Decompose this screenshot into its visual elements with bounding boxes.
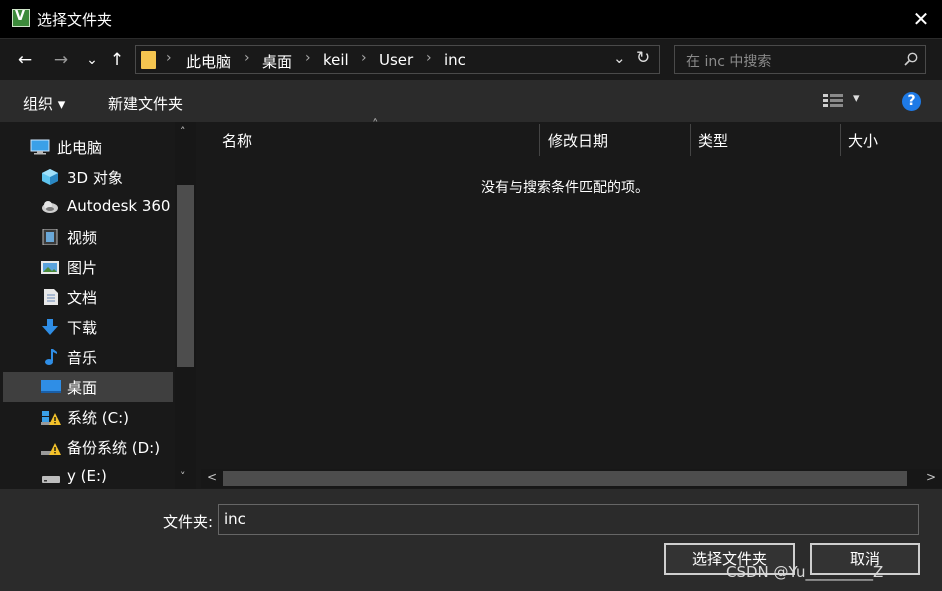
- sidebar-item-label: 音乐: [67, 349, 98, 367]
- sidebar-item-label: 图片: [67, 259, 98, 277]
- column-header-date-modified[interactable]: 修改日期: [548, 130, 608, 151]
- sidebar-item-music[interactable]: 音乐: [3, 342, 173, 372]
- sidebar-item-label: 备份系统 (D:): [67, 439, 161, 457]
- drive-icon: [42, 476, 60, 483]
- sort-ascending-icon: ˄: [372, 118, 379, 133]
- up-button[interactable]: ↑: [104, 46, 130, 74]
- sidebar-item-downloads[interactable]: 下载: [3, 312, 173, 342]
- window-title: 选择文件夹: [37, 11, 113, 29]
- documents-icon: [44, 289, 58, 305]
- column-header-type[interactable]: 类型: [698, 130, 728, 151]
- dialog-footer: 文件夹: inc 选择文件夹 取消 CSDN @Yu_________Z: [0, 489, 942, 591]
- breadcrumb-separator[interactable]: ›: [426, 50, 432, 66]
- search-box[interactable]: 在 inc 中搜索: [674, 45, 926, 74]
- navigation-pane: 此电脑 3D 对象 Autodesk 360 视频 图片 文档 下载 音乐 桌面…: [0, 122, 197, 489]
- file-list-pane: ˄ 名称 修改日期 类型 大小 没有与搜索条件匹配的项。 < >: [199, 118, 942, 489]
- view-chevron-icon[interactable]: ▾: [853, 91, 860, 106]
- breadcrumb-separator[interactable]: ›: [361, 50, 367, 66]
- computer-icon: [30, 139, 50, 155]
- csdn-watermark: CSDN @Yu_________Z: [726, 563, 884, 581]
- breadcrumb-separator[interactable]: ›: [166, 50, 172, 66]
- address-bar[interactable]: › 此电脑 › 桌面 › keil › User › inc ⌄ ↻: [135, 45, 660, 74]
- close-button[interactable]: ✕: [900, 0, 942, 38]
- column-header-size[interactable]: 大小: [848, 130, 878, 151]
- breadcrumb-separator[interactable]: ›: [244, 50, 250, 66]
- sidebar-item-drive-e[interactable]: y (E:): [3, 462, 173, 492]
- autodesk-cloud-icon: [42, 201, 58, 213]
- sidebar-item-label: 文档: [67, 289, 98, 307]
- sidebar-item-label: Autodesk 360: [67, 197, 171, 215]
- search-icon[interactable]: [904, 52, 918, 66]
- column-header-row: ˄ 名称 修改日期 类型 大小: [199, 118, 942, 158]
- title-bar: 选择文件夹 ✕: [0, 0, 942, 39]
- navigation-bar: ← → ⌄ ↑ › 此电脑 › 桌面 › keil › User › inc ⌄…: [0, 40, 942, 80]
- forward-button[interactable]: →: [46, 46, 76, 74]
- drive-warning-icon: [41, 411, 61, 425]
- empty-folder-message: 没有与搜索条件匹配的项。: [481, 180, 649, 196]
- app-icon: [12, 9, 30, 27]
- column-header-name[interactable]: 名称: [222, 130, 252, 151]
- view-options-icon[interactable]: [823, 94, 845, 108]
- sidebar-item-label: 此电脑: [57, 139, 103, 157]
- sidebar-item-this-pc[interactable]: 此电脑: [3, 132, 173, 162]
- breadcrumb-user[interactable]: User: [379, 51, 413, 69]
- folder-name-input[interactable]: inc: [218, 504, 919, 535]
- folder-icon: [141, 51, 156, 69]
- column-divider[interactable]: [690, 124, 691, 156]
- pictures-icon: [41, 261, 59, 274]
- sidebar-item-documents[interactable]: 文档: [3, 282, 173, 312]
- 3d-objects-icon: [42, 169, 58, 185]
- refresh-icon[interactable]: ↻: [636, 48, 650, 68]
- sidebar-item-label: y (E:): [67, 467, 107, 485]
- breadcrumb-desktop[interactable]: 桌面: [262, 51, 292, 72]
- sidebar-item-desktop[interactable]: 桌面: [3, 372, 173, 402]
- drive-warning-icon: [41, 443, 61, 455]
- sidebar-item-pictures[interactable]: 图片: [3, 252, 173, 282]
- horizontal-scroll-thumb[interactable]: [223, 471, 907, 486]
- horizontal-scrollbar[interactable]: < >: [201, 469, 942, 488]
- scroll-up-icon[interactable]: ˄: [180, 125, 186, 138]
- sidebar-item-label: 3D 对象: [67, 169, 123, 187]
- sidebar-scroll-thumb[interactable]: [177, 185, 194, 367]
- help-icon[interactable]: ?: [902, 92, 921, 111]
- breadcrumb-separator[interactable]: ›: [305, 50, 311, 66]
- sidebar-item-label: 下载: [67, 319, 98, 337]
- breadcrumb-inc[interactable]: inc: [444, 51, 466, 69]
- sidebar-scrollbar[interactable]: ˄ ˅: [175, 122, 196, 489]
- sidebar-item-drive-d[interactable]: 备份系统 (D:): [3, 432, 173, 462]
- sidebar-item-drive-c[interactable]: 系统 (C:): [3, 402, 173, 432]
- scroll-down-icon[interactable]: ˅: [180, 470, 186, 483]
- recent-locations-button[interactable]: ⌄: [82, 46, 102, 74]
- music-icon: [45, 349, 57, 365]
- sidebar-item-label: 桌面: [67, 379, 98, 397]
- folder-field-label: 文件夹:: [163, 513, 214, 531]
- scroll-left-icon[interactable]: <: [207, 470, 217, 484]
- video-icon: [42, 229, 58, 245]
- desktop-icon: [41, 380, 61, 393]
- new-folder-button[interactable]: 新建文件夹: [108, 93, 183, 114]
- breadcrumb-keil[interactable]: keil: [323, 51, 349, 69]
- download-icon: [42, 319, 58, 335]
- column-divider[interactable]: [539, 124, 540, 156]
- scroll-right-icon[interactable]: >: [926, 470, 936, 484]
- sidebar-item-autodesk-360[interactable]: Autodesk 360: [3, 192, 173, 222]
- back-button[interactable]: ←: [10, 46, 40, 74]
- address-history-chevron-icon[interactable]: ⌄: [613, 49, 626, 67]
- sidebar-item-videos[interactable]: 视频: [3, 222, 173, 252]
- column-divider[interactable]: [840, 124, 841, 156]
- sidebar-item-label: 系统 (C:): [67, 409, 129, 427]
- sidebar-item-label: 视频: [67, 229, 98, 247]
- breadcrumb-this-pc[interactable]: 此电脑: [186, 51, 231, 72]
- organize-menu-button[interactable]: 组织 ▾: [23, 93, 65, 114]
- command-toolbar: 组织 ▾ 新建文件夹 ▾ ?: [0, 80, 942, 122]
- sidebar-item-3d-objects[interactable]: 3D 对象: [3, 162, 173, 192]
- search-input[interactable]: 在 inc 中搜索: [686, 51, 771, 71]
